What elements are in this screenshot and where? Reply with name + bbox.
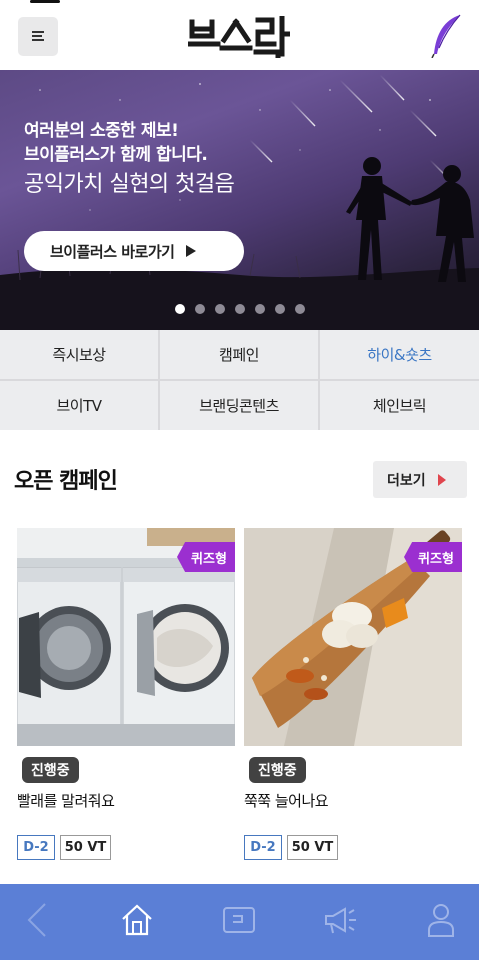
quiz-type-badge: 퀴즈형: [177, 542, 235, 572]
night-sky-illustration: [0, 74, 479, 330]
megaphone-icon: [325, 907, 356, 934]
category-branding-content[interactable]: 브랜딩콘텐츠: [160, 381, 318, 430]
carousel-dot[interactable]: [255, 304, 265, 314]
status-badge: 진행중: [249, 757, 306, 783]
hero-banner[interactable]: 여러분의 소중한 제보! 브이플러스가 함께 합니다. 공익가치 실현의 첫걸음…: [0, 70, 479, 330]
more-label: 더보기: [387, 472, 426, 489]
nav-back[interactable]: [14, 900, 60, 940]
banner-headline-1: 여러분의 소중한 제보!: [24, 121, 179, 141]
play-arrow-icon: [186, 245, 197, 257]
quill-pen-icon[interactable]: [430, 14, 462, 58]
reward-chip: 50 VT: [60, 835, 111, 860]
home-icon: [122, 904, 152, 936]
category-campaign[interactable]: 캠페인: [160, 330, 318, 379]
status-bar-fragment: [30, 0, 60, 3]
carousel-dot[interactable]: [195, 304, 205, 314]
category-high-shorts[interactable]: 하이&숏츠: [320, 330, 479, 379]
category-v-tv[interactable]: 브이TV: [0, 381, 158, 430]
nav-profile[interactable]: [418, 900, 464, 940]
bottom-navigation: [0, 884, 479, 960]
section-title: 오픈 캠페인: [14, 469, 118, 494]
campaign-title[interactable]: 빨래를 말려줘요: [17, 790, 115, 811]
category-chain-brick[interactable]: 체인브릭: [320, 381, 479, 430]
app-logo[interactable]: [188, 16, 290, 58]
campaign-thumbnail[interactable]: 퀴즈형: [17, 528, 235, 746]
app-header: [0, 0, 479, 70]
wallet-icon: [223, 907, 255, 933]
hamburger-menu-icon: [32, 31, 44, 43]
banner-subheadline: 공익가치 실현의 첫걸음: [24, 172, 235, 197]
banner-cta-button[interactable]: 브이플러스 바로가기: [24, 231, 244, 271]
carousel-pagination: [175, 304, 315, 314]
reward-chip: 50 VT: [287, 835, 338, 860]
carousel-dot[interactable]: [235, 304, 245, 314]
quiz-type-badge: 퀴즈형: [404, 542, 462, 572]
carousel-dot[interactable]: [175, 304, 185, 314]
carousel-dot[interactable]: [295, 304, 305, 314]
campaign-thumbnail[interactable]: 퀴즈형: [244, 528, 462, 746]
carousel-dot[interactable]: [215, 304, 225, 314]
nav-notice[interactable]: [318, 900, 364, 940]
back-icon: [27, 903, 46, 937]
banner-cta-label: 브이플러스 바로가기: [50, 242, 175, 261]
d-day-chip: D-2: [17, 835, 55, 860]
d-day-chip: D-2: [244, 835, 282, 860]
nav-wallet[interactable]: [216, 900, 262, 940]
nav-home[interactable]: [114, 900, 160, 940]
menu-button[interactable]: [18, 17, 58, 56]
campaign-title[interactable]: 쭉쭉 늘어나요: [244, 790, 329, 811]
banner-headline-2: 브이플러스가 함께 합니다.: [24, 145, 208, 165]
category-grid: 즉시보상 캠페인 하이&숏츠 브이TV 브랜딩콘텐츠 체인브릭: [0, 330, 479, 430]
status-badge: 진행중: [22, 757, 79, 783]
more-button[interactable]: 더보기: [373, 461, 467, 498]
chevron-right-icon: [437, 473, 446, 486]
profile-icon: [428, 904, 454, 937]
category-instant-reward[interactable]: 즉시보상: [0, 330, 158, 379]
carousel-dot[interactable]: [275, 304, 285, 314]
